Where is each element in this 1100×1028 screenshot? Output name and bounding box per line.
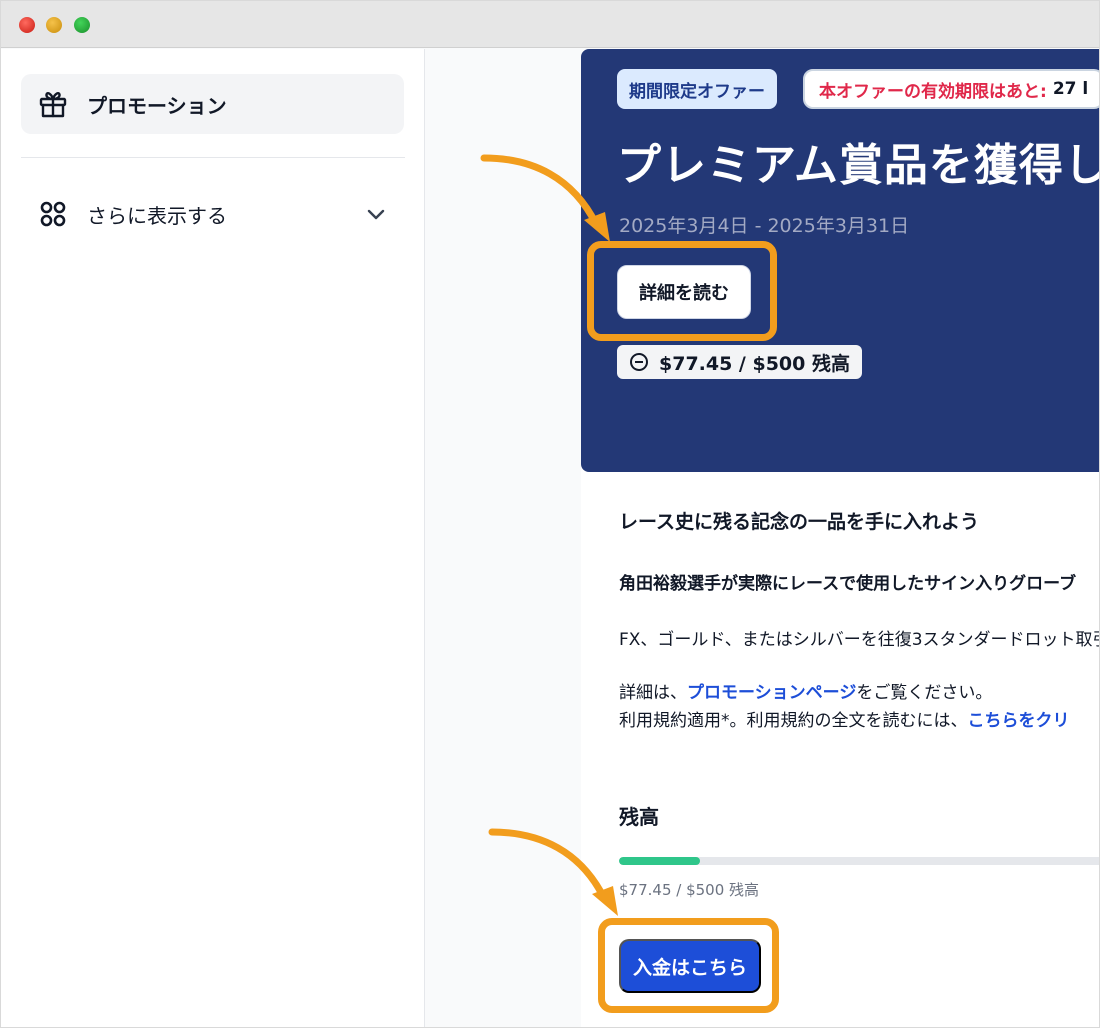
minus-circle-icon <box>630 353 648 371</box>
expiry-badge: 本オファーの有効期限はあと: 27 l <box>803 69 1099 109</box>
expiry-days: 27 l <box>1052 79 1089 99</box>
balance-progress-bar <box>619 857 1099 865</box>
details-line: 詳細は、プロモーションページをご覧ください。 <box>619 679 1070 707</box>
read-details-button[interactable]: 詳細を読む <box>617 265 751 319</box>
close-window-button[interactable] <box>19 17 35 33</box>
balance-section-title: 残高 <box>619 805 659 829</box>
terms-link[interactable]: こちらをクリ <box>968 711 1070 731</box>
sidebar-item-promotions[interactable]: プロモーション <box>21 74 404 134</box>
balance-progress-text: $77.45 / $500 残高 <box>619 881 760 899</box>
maximize-window-button[interactable] <box>74 17 90 33</box>
details-suffix: をご覧ください。 <box>856 683 993 703</box>
balance-chip-text: $77.45 / $500 残高 <box>659 352 850 375</box>
sidebar-item-label: さらに表示する <box>87 203 227 228</box>
promotion-page-link[interactable]: プロモーションページ <box>687 683 856 703</box>
details-prefix: 詳細は、 <box>619 683 687 703</box>
browser-window: プロモーション さらに表示する 期間限定オファー 本オファーの有効期限はあと: … <box>0 0 1100 1028</box>
expiry-label: 本オファーの有効期限はあと: <box>819 81 1047 102</box>
terms-prefix: 利用規約適用*。利用規約の全文を読むには、 <box>619 711 968 731</box>
sidebar: プロモーション さらに表示する <box>1 49 425 1027</box>
window-titlebar <box>1 1 1099 48</box>
promotion-hero: 期間限定オファー 本オファーの有効期限はあと: 27 l プレミアム賞品を獲得し… <box>581 49 1100 472</box>
description-line: FX、ゴールド、またはシルバーを往復3スタンダードロット取引 <box>619 630 1100 650</box>
sidebar-divider <box>21 157 405 158</box>
limited-offer-badge: 期間限定オファー <box>617 69 777 109</box>
promotion-card: 期間限定オファー 本オファーの有効期限はあと: 27 l プレミアム賞品を獲得し… <box>581 49 1100 1027</box>
gift-icon <box>39 92 67 118</box>
chevron-down-icon[interactable] <box>364 202 388 226</box>
terms-line: 利用規約適用*。利用規約の全文を読むには、こちらをクリ <box>619 707 1070 735</box>
balance-chip: $77.45 / $500 残高 <box>617 345 862 379</box>
balance-progress-fill <box>619 857 700 865</box>
sidebar-item-label: プロモーション <box>87 93 227 118</box>
promotion-dates: 2025年3月4日 - 2025年3月31日 <box>619 215 910 237</box>
promotion-title: プレミアム賞品を獲得しよう <box>617 140 1100 191</box>
minimize-window-button[interactable] <box>46 17 62 33</box>
description-line: 角田裕毅選手が実際にレースで使用したサイン入りグローブ <box>619 574 1077 594</box>
main-content: 期間限定オファー 本オファーの有効期限はあと: 27 l プレミアム賞品を獲得し… <box>426 49 1100 1027</box>
description-details: 詳細は、プロモーションページをご覧ください。 利用規約適用*。利用規約の全文を読… <box>619 679 1070 735</box>
description-heading: レース史に残る記念の一品を手に入れよう <box>619 511 980 533</box>
grid-icon <box>40 201 66 227</box>
sidebar-item-show-more[interactable]: さらに表示する <box>21 184 404 244</box>
deposit-button[interactable]: 入金はこちら <box>619 939 761 993</box>
